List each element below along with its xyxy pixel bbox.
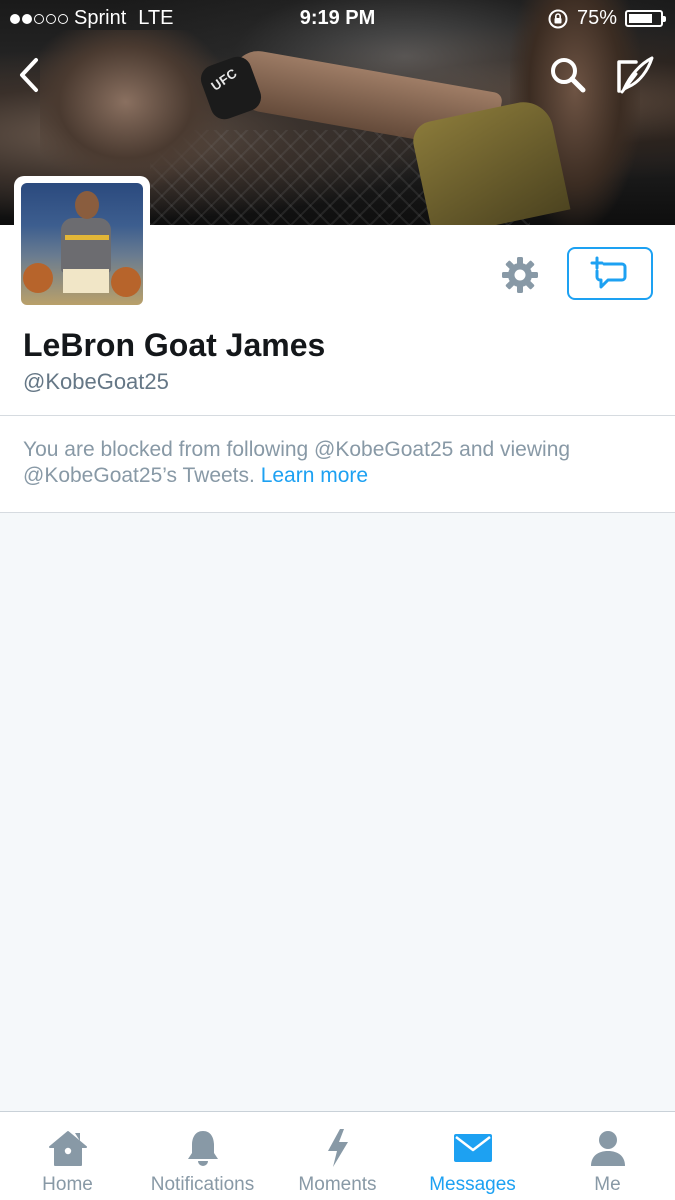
profile-screen: UFC Sprint LTE 9:19 PM 75% LeBron Goat J…: [0, 0, 675, 1200]
battery-icon: [625, 10, 666, 27]
avatar-jersey-stripe: [65, 235, 109, 240]
direct-message-button[interactable]: [567, 247, 653, 300]
tab-notifications[interactable]: Notifications: [135, 1112, 270, 1200]
compose-feather-icon: [617, 56, 654, 94]
tab-label: Me: [594, 1174, 621, 1195]
back-button[interactable]: [6, 52, 52, 98]
avatar-photo: [21, 183, 143, 305]
lightning-icon: [327, 1129, 348, 1167]
status-bar: Sprint LTE 9:19 PM 75%: [0, 0, 675, 38]
battery-fill: [629, 14, 652, 23]
tab-label: Notifications: [150, 1174, 255, 1195]
person-icon: [590, 1131, 625, 1166]
avatar-player-shorts: [63, 269, 109, 293]
tab-label: Messages: [429, 1174, 516, 1195]
tab-moments[interactable]: Moments: [270, 1112, 405, 1200]
blocked-notice-text: You are blocked from following @KobeGoat…: [23, 437, 653, 489]
chevron-left-icon: [20, 58, 38, 92]
learn-more-link[interactable]: Learn more: [261, 464, 368, 487]
orientation-lock-icon: [548, 9, 568, 28]
settings-button[interactable]: [498, 253, 542, 297]
tab-messages[interactable]: Messages: [405, 1112, 540, 1200]
bell-icon: [187, 1131, 218, 1166]
gear-icon: [502, 257, 538, 293]
battery-percent: 75%: [576, 7, 617, 29]
bottom-tab-bar: Home Notifications Moments Messages Me: [0, 1111, 675, 1200]
search-button[interactable]: [545, 52, 591, 98]
divider: [0, 512, 675, 513]
tab-me[interactable]: Me: [540, 1112, 675, 1200]
profile-handle: @KobeGoat25: [23, 369, 169, 394]
tab-label: Home: [42, 1174, 93, 1195]
status-right: 75%: [547, 7, 666, 30]
avatar-player-body: [61, 218, 111, 273]
profile-display-name: LeBron Goat James: [23, 327, 326, 363]
avatar-player-head: [75, 191, 99, 219]
message-plus-icon: [590, 256, 627, 288]
profile-avatar[interactable]: [14, 176, 150, 312]
compose-tweet-button[interactable]: [612, 52, 658, 98]
envelope-icon: [453, 1134, 492, 1162]
search-icon: [551, 58, 586, 93]
home-icon: [48, 1131, 87, 1166]
banner-fighter-left: [40, 30, 230, 190]
avatar-basketball: [23, 263, 53, 293]
avatar-basketball: [111, 267, 141, 297]
tab-label: Moments: [298, 1174, 377, 1195]
tab-home[interactable]: Home: [0, 1112, 135, 1200]
